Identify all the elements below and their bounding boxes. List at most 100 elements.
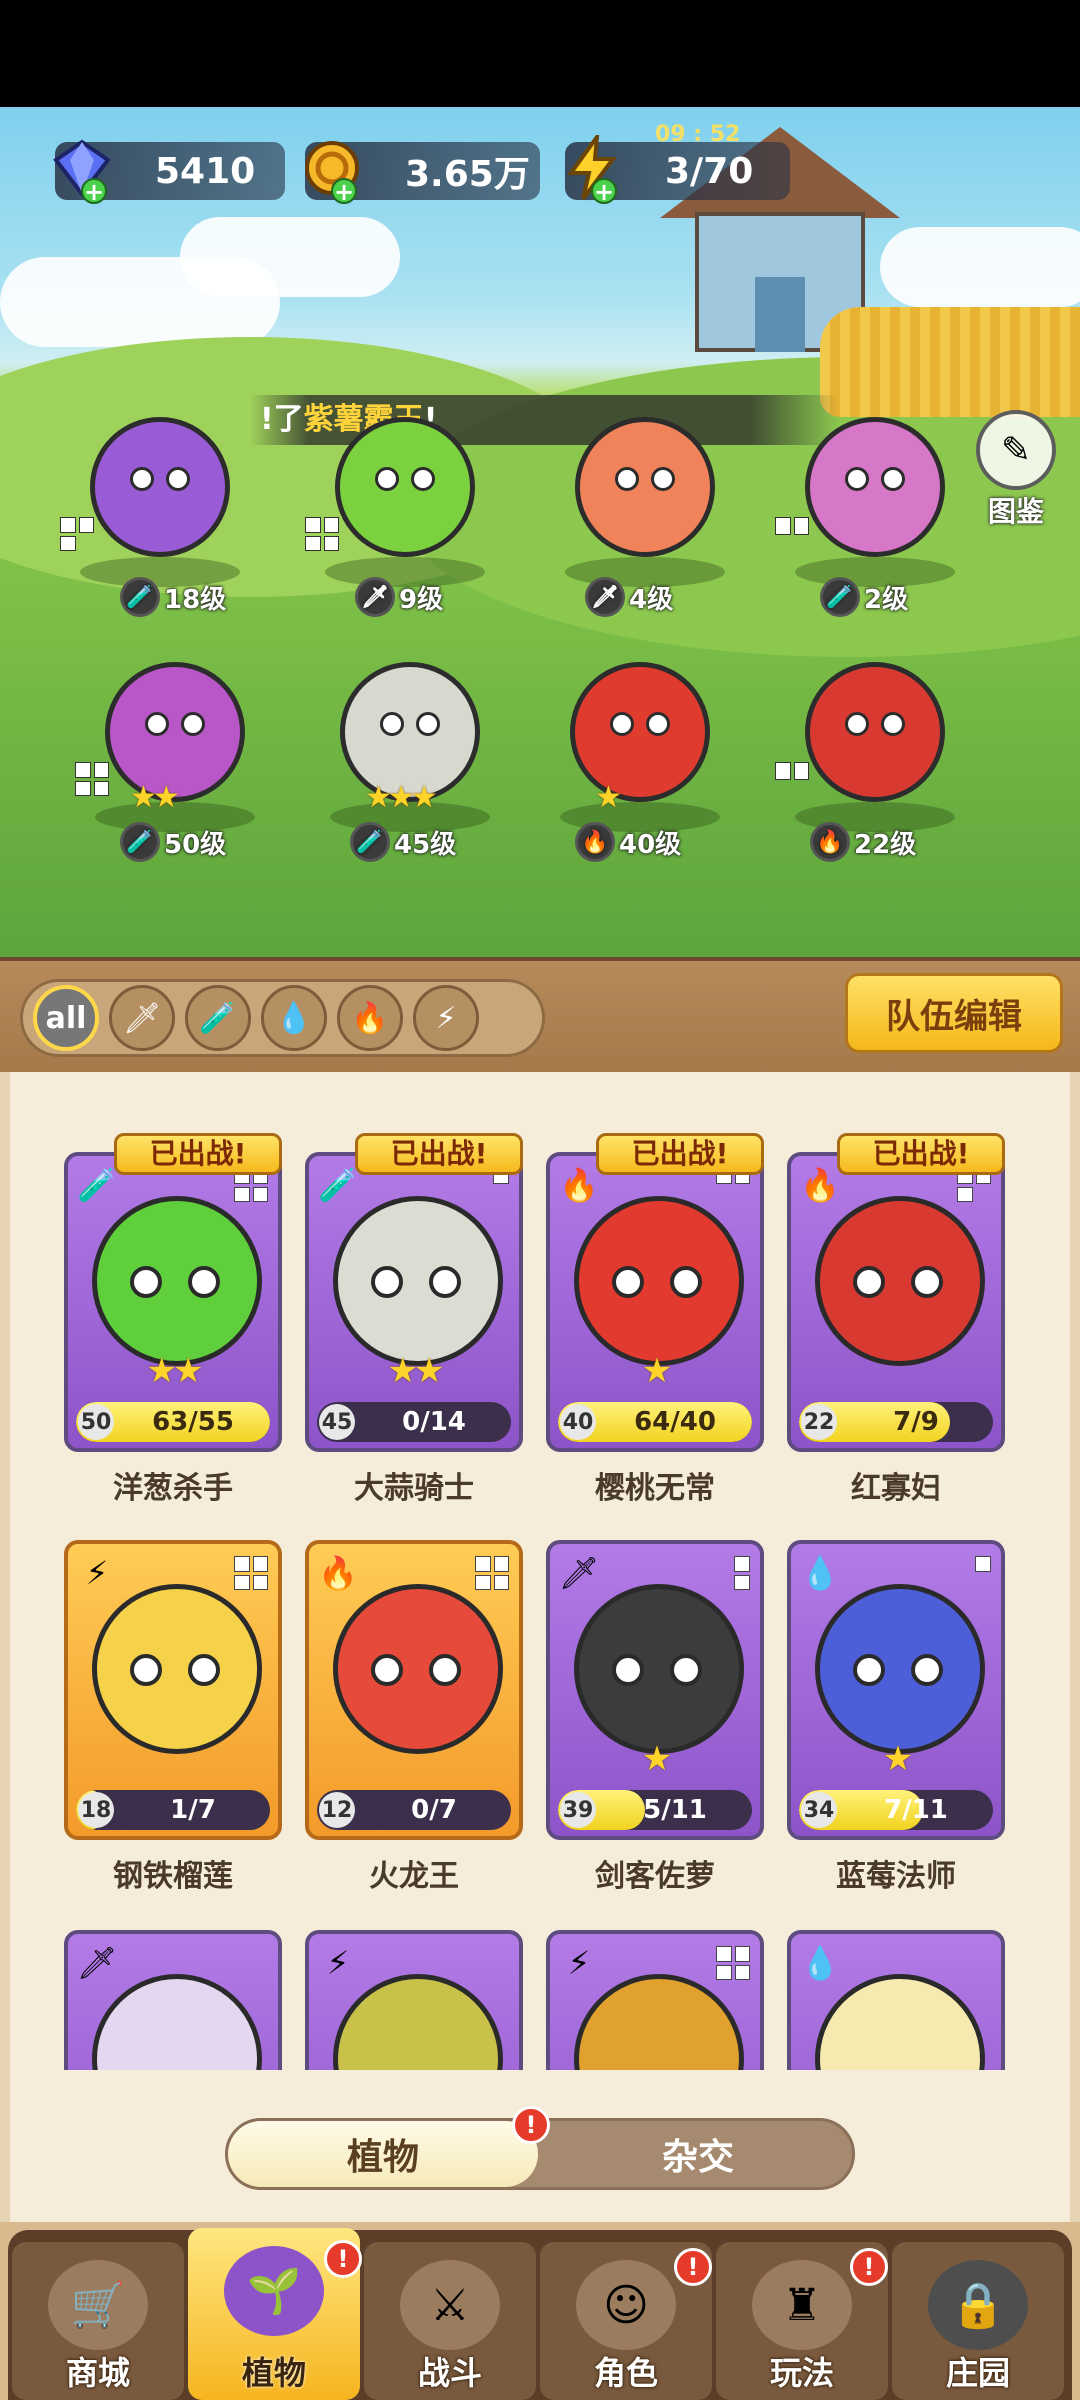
star-rating: ★★ bbox=[387, 1351, 445, 1391]
field-plant-level: 50级 bbox=[164, 829, 227, 860]
shop-icon: 🛒 bbox=[48, 2260, 148, 2350]
potion-filter-icon[interactable]: 🧪 bbox=[185, 985, 251, 1051]
album-button[interactable]: ✎ 图鉴 bbox=[968, 410, 1064, 530]
field-plant-level: 2级 bbox=[864, 584, 909, 615]
potion-icon: 🧪 bbox=[820, 577, 860, 617]
add-energy-icon[interactable]: + bbox=[591, 178, 617, 204]
nav-character[interactable]: ☺ 角色 ! bbox=[540, 2242, 712, 2400]
card-level: 45 bbox=[319, 1404, 355, 1440]
plant-card[interactable]: 🔥 22 7/9 bbox=[787, 1152, 1005, 1452]
team-edit-button[interactable]: 队伍编辑 bbox=[845, 973, 1063, 1053]
plant-card[interactable]: 🗡 bbox=[64, 1930, 282, 2070]
fire-filter-icon[interactable]: 🔥 bbox=[337, 985, 403, 1051]
sword-filter-icon[interactable]: 🗡 bbox=[109, 985, 175, 1051]
plant-card[interactable]: ⚡ bbox=[305, 1930, 523, 2070]
slot-grid-icon bbox=[475, 1556, 509, 1590]
field-plant[interactable]: 🗡 4级 bbox=[545, 407, 745, 617]
progress-bar: 22 7/9 bbox=[799, 1402, 993, 1442]
sword-icon: 🗡 bbox=[355, 577, 395, 617]
alert-badge: ! bbox=[674, 2248, 712, 2286]
alert-badge: ! bbox=[512, 2106, 550, 2144]
water-drop-icon: 💧 bbox=[800, 1944, 840, 1982]
water-filter-icon[interactable]: 💧 bbox=[261, 985, 327, 1051]
fire-icon: 🔥 bbox=[575, 822, 615, 862]
crossed-swords-icon: ⚔ bbox=[400, 2260, 500, 2350]
sword-icon: 🗡 bbox=[76, 1944, 118, 1982]
character-icon: ☺ bbox=[576, 2260, 676, 2350]
nav-battle[interactable]: ⚔ 战斗 bbox=[364, 2242, 536, 2400]
star-rating: ★ bbox=[641, 1351, 672, 1391]
coin-amount: 3.65万 bbox=[405, 154, 530, 195]
star-rating: ★★★ bbox=[365, 780, 438, 815]
card-name: 钢铁榴莲 bbox=[113, 1859, 233, 1894]
progress-bar: 39 5/11 bbox=[558, 1790, 752, 1830]
tab-plants[interactable]: 植物 bbox=[228, 2121, 538, 2187]
plant-card[interactable]: 💧 ★ 34 7/11 bbox=[787, 1540, 1005, 1840]
field-plant[interactable]: 🧪 18级 bbox=[60, 407, 260, 617]
card-progress: 0/7 bbox=[411, 1795, 457, 1825]
add-gems-icon[interactable]: + bbox=[81, 178, 107, 204]
progress-bar: 45 0/14 bbox=[317, 1402, 511, 1442]
field-plant[interactable]: ★★★ 🧪 45级 bbox=[310, 652, 510, 862]
star-rating: ★★ bbox=[146, 1351, 204, 1391]
energy-counter[interactable]: + 3/70 bbox=[565, 135, 790, 204]
gem-counter[interactable]: + 5410 bbox=[53, 139, 285, 204]
nav-label: 商城 bbox=[65, 2354, 130, 2392]
add-coins-icon[interactable]: + bbox=[331, 178, 357, 204]
element-filters: all 🗡 🧪 💧 🔥 ⚡ bbox=[20, 979, 545, 1057]
water-drop-icon: 💧 bbox=[800, 1554, 840, 1592]
field-plant[interactable]: ★ 🔥 40级 bbox=[540, 652, 740, 862]
nav-shop[interactable]: 🛒 商城 bbox=[12, 2242, 184, 2400]
filter-all[interactable]: all bbox=[33, 985, 99, 1051]
plant-card[interactable]: 🔥 ★ 40 64/40 bbox=[546, 1152, 764, 1452]
field-plant[interactable]: 🧪 2级 bbox=[775, 407, 975, 617]
slot-grid-icon bbox=[734, 1556, 750, 1590]
nav-plants[interactable]: 🌱 植物 ! bbox=[188, 2228, 362, 2400]
gameplay-icon: ♜ bbox=[752, 2260, 852, 2350]
nav-label: 角色 bbox=[593, 2354, 658, 2392]
potion-icon: 🧪 bbox=[318, 1166, 358, 1204]
card-name: 火龙王 bbox=[369, 1859, 459, 1894]
card-name: 红寡妇 bbox=[851, 1471, 941, 1506]
fire-icon: 🔥 bbox=[800, 1166, 840, 1204]
lightning-filter-icon[interactable]: ⚡ bbox=[413, 985, 479, 1051]
cloud bbox=[180, 217, 400, 297]
plant-card[interactable]: 🧪 ★★ 50 63/55 bbox=[64, 1152, 282, 1452]
field-plant[interactable]: ★★ 🧪 50级 bbox=[75, 652, 275, 862]
fire-icon: 🔥 bbox=[810, 822, 850, 862]
nav-label: 玩法 bbox=[769, 2354, 834, 2392]
plant-card[interactable]: 💧 bbox=[787, 1930, 1005, 2070]
plant-card[interactable]: 🔥 12 0/7 bbox=[305, 1540, 523, 1840]
slot-grid-icon bbox=[75, 762, 109, 796]
slot-grid-icon bbox=[60, 517, 94, 551]
nav-gameplay[interactable]: ♜ 玩法 ! bbox=[716, 2242, 888, 2400]
plant-card[interactable]: ⚡ 18 1/7 bbox=[64, 1540, 282, 1840]
tab-hybrid[interactable]: 杂交 bbox=[548, 2121, 848, 2187]
field-plant-level: 4级 bbox=[629, 584, 674, 615]
album-icon: ✎ bbox=[976, 410, 1056, 490]
field-plant-level: 18级 bbox=[164, 584, 227, 615]
card-name: 蓝莓法师 bbox=[836, 1859, 956, 1894]
field-plant[interactable]: 🔥 22级 bbox=[775, 652, 975, 862]
lock-icon: 🔒 bbox=[928, 2260, 1028, 2350]
coin-counter[interactable]: + 3.65万 bbox=[305, 141, 540, 204]
star-rating: ★ bbox=[595, 780, 622, 815]
plant-card[interactable]: 🗡 ★ 39 5/11 bbox=[546, 1540, 764, 1840]
fire-icon: 🔥 bbox=[318, 1554, 358, 1592]
progress-bar: 12 0/7 bbox=[317, 1790, 511, 1830]
progress-bar: 40 64/40 bbox=[558, 1402, 752, 1442]
card-level: 34 bbox=[801, 1792, 837, 1828]
plant-card[interactable]: ⚡ bbox=[546, 1930, 764, 2070]
plants-icon: 🌱 bbox=[224, 2246, 324, 2336]
card-name: 洋葱杀手 bbox=[113, 1471, 233, 1506]
sword-icon: 🗡 bbox=[558, 1554, 600, 1592]
star-rating: ★ bbox=[882, 1739, 913, 1779]
deployed-badge: 已出战! bbox=[114, 1133, 282, 1175]
field-plant[interactable]: 🗡 9级 bbox=[305, 407, 505, 617]
lightning-icon: ⚡ bbox=[567, 1944, 591, 1982]
status-bar bbox=[0, 0, 1080, 107]
lightning-icon: + bbox=[557, 128, 627, 208]
field-plant-level: 45级 bbox=[394, 829, 457, 860]
plant-card[interactable]: 🧪 ★★ 45 0/14 bbox=[305, 1152, 523, 1452]
nav-manor[interactable]: 🔒 庄园 bbox=[892, 2242, 1064, 2400]
